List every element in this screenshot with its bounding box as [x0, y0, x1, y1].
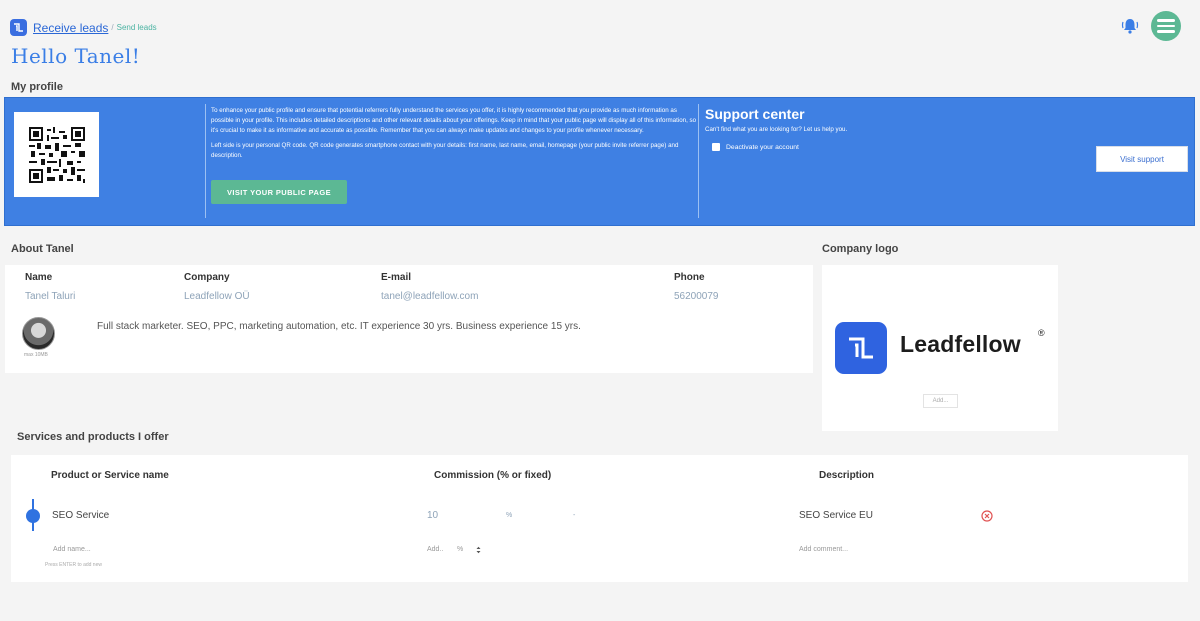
add-commission-unit-select[interactable]: %: [457, 546, 463, 553]
services-card: Product or Service name Commission (% or…: [11, 455, 1188, 582]
support-center-subtitle: Can't find what you are looking for? Let…: [705, 126, 848, 133]
email-value[interactable]: tanel@leadfellow.com: [381, 291, 478, 302]
company-value[interactable]: Leadfellow OÜ: [184, 291, 250, 302]
breadcrumb: Receive leads / Send leads: [10, 19, 157, 36]
name-value[interactable]: Tanel Taluri: [25, 291, 75, 302]
qr-code: [14, 112, 99, 197]
add-commission-input[interactable]: Add..: [427, 546, 443, 553]
menu-button[interactable]: [1151, 11, 1181, 41]
service-name-value[interactable]: SEO Service: [52, 510, 109, 521]
delete-service-icon[interactable]: [981, 510, 993, 522]
registered-mark: ®: [1038, 328, 1045, 338]
profile-info-paragraph-2: Left side is your personal QR code. QR c…: [211, 142, 679, 159]
description-header: Description: [819, 470, 875, 481]
profile-info-paragraph-1: To enhance your public profile and ensur…: [211, 107, 697, 134]
add-logo-button[interactable]: Add...: [923, 394, 958, 408]
add-name-input[interactable]: Add name...: [53, 546, 91, 553]
menu-bar-icon: [1157, 24, 1175, 28]
avatar[interactable]: [22, 317, 55, 350]
deactivate-account-checkbox[interactable]: [712, 143, 720, 151]
notifications-bell-icon[interactable]: [1121, 17, 1139, 35]
name-header: Name: [25, 272, 53, 283]
service-name-header: Product or Service name: [51, 470, 169, 481]
about-description[interactable]: Full stack marketer. SEO, PPC, marketing…: [97, 321, 581, 332]
drag-handle-dot-icon[interactable]: [26, 509, 40, 523]
company-logo-card: Leadfellow ® Add...: [822, 265, 1058, 431]
add-comment-input[interactable]: Add comment...: [799, 546, 848, 553]
breadcrumb-send-leads[interactable]: Send leads: [117, 23, 157, 32]
commission-dash: -: [573, 512, 576, 519]
support-center-title: Support center: [705, 106, 805, 122]
phone-header: Phone: [674, 272, 705, 283]
services-heading: Services and products I offer: [17, 431, 169, 443]
qr-code-icon: [28, 126, 85, 183]
visit-support-button[interactable]: Visit support: [1096, 146, 1188, 172]
leadfellow-logo-icon: [835, 322, 887, 374]
email-header: E-mail: [381, 272, 412, 283]
avatar-size-caption: max 10MB: [24, 352, 48, 358]
my-profile-heading: My profile: [11, 81, 63, 93]
about-card: Name Company E-mail Phone Tanel Taluri L…: [5, 265, 813, 373]
service-description-value[interactable]: SEO Service EU: [799, 510, 873, 521]
unit-select-chevron-icon[interactable]: [476, 546, 481, 554]
banner-divider: [205, 104, 206, 218]
menu-bar-icon: [1157, 30, 1175, 33]
commission-unit[interactable]: %: [506, 512, 512, 519]
leadfellow-wordmark: Leadfellow: [900, 331, 1021, 357]
profile-banner: To enhance your public profile and ensur…: [4, 97, 1195, 226]
profile-info-text: To enhance your public profile and ensur…: [211, 106, 697, 166]
page-title: Hello Tanel!: [11, 44, 141, 68]
commission-header: Commission (% or fixed): [434, 470, 552, 481]
deactivate-account-label: Deactivate your account: [726, 143, 799, 151]
breadcrumb-separator: /: [111, 23, 114, 32]
visit-public-page-button[interactable]: VISIT YOUR PUBLIC PAGE: [211, 180, 347, 204]
commission-value[interactable]: 10: [427, 510, 438, 521]
phone-value[interactable]: 56200079: [674, 291, 719, 302]
menu-bar-icon: [1157, 19, 1175, 22]
company-logo-heading: Company logo: [822, 243, 899, 255]
company-header: Company: [184, 272, 230, 283]
about-heading: About Tanel: [11, 243, 74, 255]
breadcrumb-receive-leads[interactable]: Receive leads: [33, 21, 108, 35]
app-logo-icon[interactable]: [10, 19, 27, 36]
deactivate-account-option[interactable]: Deactivate your account: [712, 143, 799, 151]
banner-divider: [698, 104, 699, 218]
add-new-hint: Press ENTER to add new: [45, 562, 102, 568]
